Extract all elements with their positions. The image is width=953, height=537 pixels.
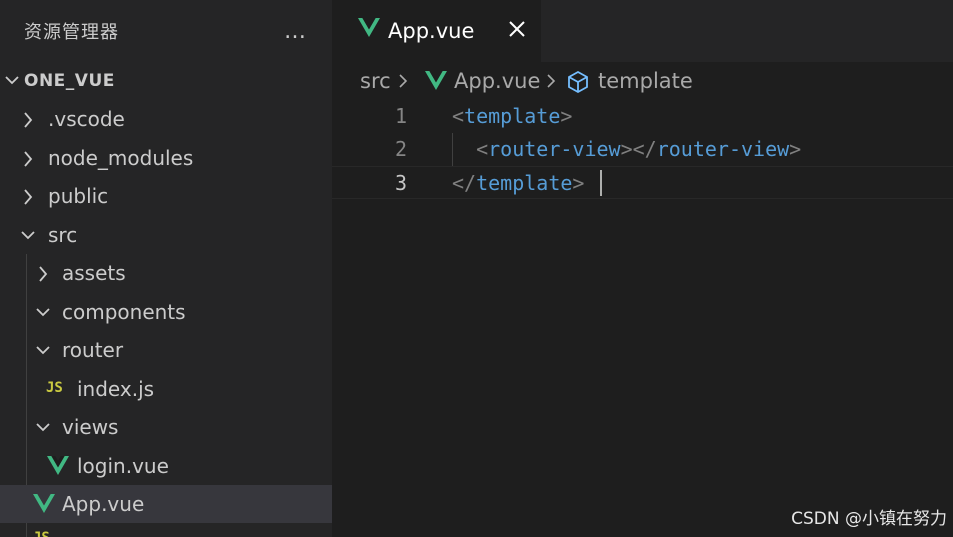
close-icon[interactable] <box>506 18 528 40</box>
line-content: <template> <box>452 104 573 128</box>
chevron-down-icon <box>36 308 50 317</box>
tree-item-public[interactable]: public <box>0 177 332 215</box>
line-number: 1 <box>394 104 407 128</box>
tab-bar: App.vue <box>332 0 953 62</box>
tree-item-index-js[interactable]: JS index.js <box>0 370 332 408</box>
tree-item-label: .vscode <box>48 107 125 131</box>
explorer-title: 资源管理器 <box>24 22 119 43</box>
editor-area: App.vue src App.vue template 1 <template… <box>332 0 953 537</box>
explorer-sidebar: 资源管理器 … ONE_VUE .vscode node_modules pub… <box>0 0 332 537</box>
javascript-file-icon: JS <box>33 530 50 537</box>
chevron-down-icon <box>36 423 50 432</box>
tree-item-label: components <box>62 300 186 324</box>
tree-item-label: App.vue <box>62 492 145 516</box>
chevron-right-icon <box>39 266 48 282</box>
vue-file-icon <box>425 71 447 90</box>
chevron-right-icon <box>547 74 556 88</box>
workspace-root[interactable]: ONE_VUE <box>0 62 332 100</box>
breadcrumb-app-vue[interactable]: App.vue <box>454 69 540 93</box>
explorer-header: 资源管理器 … <box>0 0 332 62</box>
breadcrumb-template[interactable]: template <box>598 69 693 93</box>
tree-item-label: router <box>62 338 124 362</box>
chevron-down-icon <box>36 346 50 355</box>
chevron-right-icon <box>399 74 408 88</box>
breadcrumb: src App.vue template <box>332 62 953 100</box>
tree-item-label: src <box>48 223 78 247</box>
tab-app-vue[interactable]: App.vue <box>332 0 541 62</box>
tree-item-router[interactable]: router <box>0 331 332 369</box>
tree-item-partial[interactable]: JS <box>0 524 332 537</box>
tree-item-label: index.js <box>77 377 155 401</box>
tree-item-assets[interactable]: assets <box>0 254 332 292</box>
vue-file-icon <box>33 494 55 513</box>
chevron-down-icon <box>5 76 19 85</box>
vue-file-icon <box>358 18 380 37</box>
line-number: 2 <box>394 137 407 161</box>
watermark: CSDN @小镇在努力 <box>791 509 947 529</box>
tree-item-label: node_modules <box>48 146 194 170</box>
tree-item-views[interactable]: views <box>0 408 332 446</box>
code-line-current: 3 </template> <box>332 166 953 199</box>
chevron-right-icon <box>24 112 33 128</box>
chevron-right-icon <box>24 189 33 205</box>
javascript-file-icon: JS <box>46 380 63 396</box>
code-line: 1 <template> <box>332 100 953 133</box>
tree-item-label: assets <box>62 261 126 285</box>
tree-item-login-vue[interactable]: login.vue <box>0 447 332 485</box>
more-actions-icon[interactable]: … <box>284 19 308 44</box>
chevron-down-icon <box>21 231 35 240</box>
tab-label: App.vue <box>388 19 475 43</box>
tree-item-node-modules[interactable]: node_modules <box>0 139 332 177</box>
vue-file-icon <box>47 456 69 475</box>
tree-item-vscode[interactable]: .vscode <box>0 100 332 138</box>
tree-item-src[interactable]: src <box>0 216 332 254</box>
code-line: 2 <router-view></router-view> <box>332 133 953 166</box>
workspace-root-label: ONE_VUE <box>24 71 115 91</box>
tree-item-app-vue[interactable]: App.vue <box>0 485 332 523</box>
tree-item-label: public <box>48 184 109 208</box>
text-cursor <box>600 170 602 196</box>
line-content: </template> <box>452 171 585 195</box>
tree-item-label: views <box>62 415 119 439</box>
breadcrumb-src[interactable]: src <box>360 69 391 93</box>
line-content: <router-view></router-view> <box>476 137 802 161</box>
symbol-structure-icon <box>568 70 588 94</box>
line-number: 3 <box>394 171 407 195</box>
tree-item-components[interactable]: components <box>0 293 332 331</box>
chevron-right-icon <box>24 151 33 167</box>
tree-item-label: login.vue <box>77 454 169 478</box>
